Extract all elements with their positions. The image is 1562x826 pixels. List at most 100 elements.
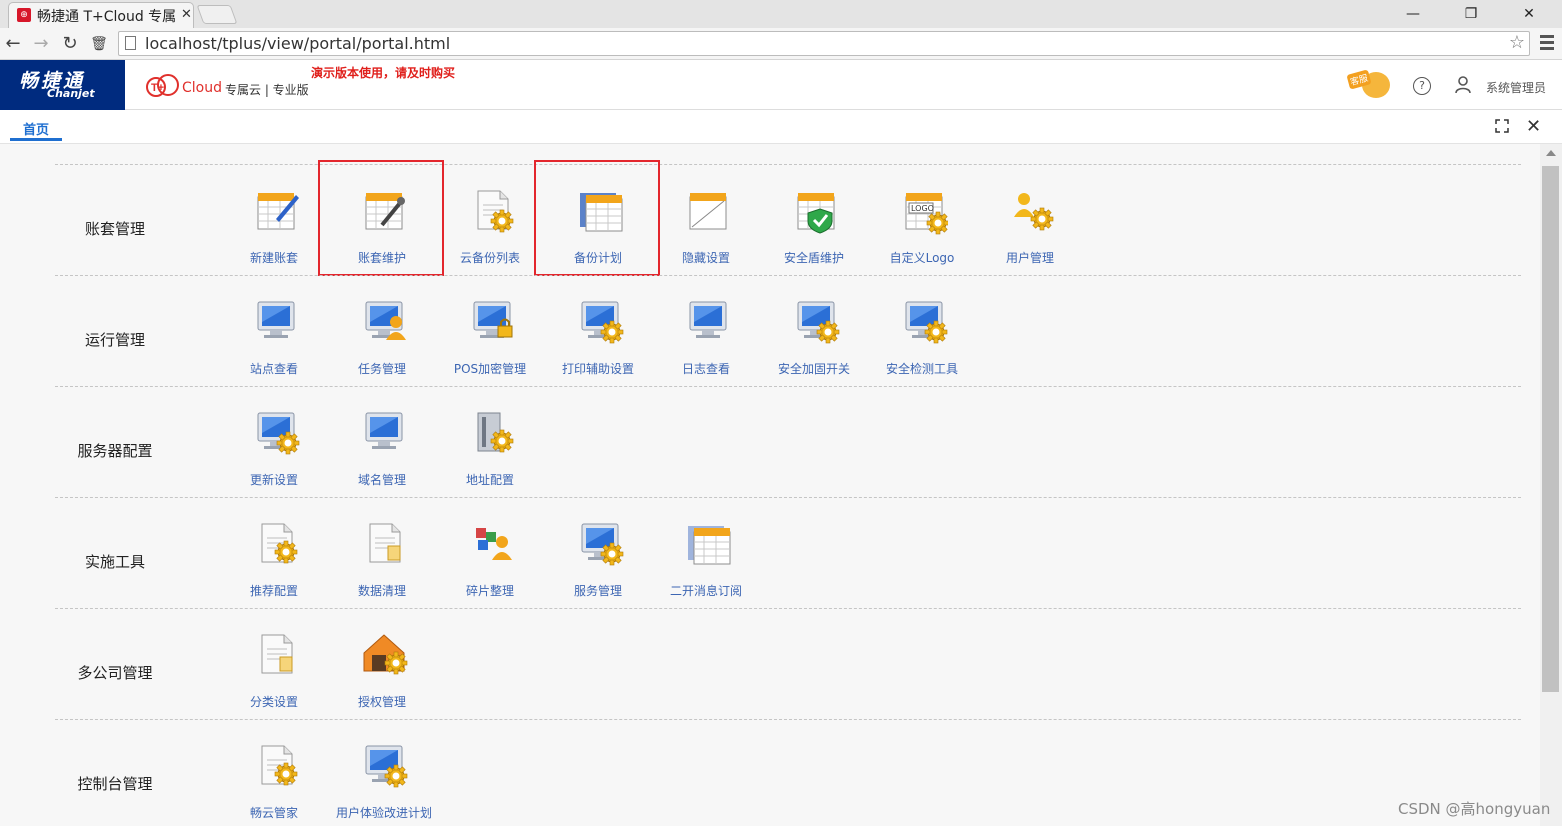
portal-item[interactable]: 域名管理 xyxy=(336,391,428,491)
demo-notice-link[interactable]: 演示版本使用，请及时购买 xyxy=(311,64,455,81)
bookmark-star-icon[interactable]: ☆ xyxy=(1509,32,1525,53)
browser-menu-icon[interactable] xyxy=(1538,32,1556,54)
browser-tab[interactable]: ⊕ 畅捷通 T+Cloud 专属 ✕ xyxy=(8,2,194,28)
back-icon[interactable]: ← xyxy=(2,33,24,55)
portal-item-label[interactable]: 账套维护 xyxy=(336,249,428,266)
portal-item[interactable]: 备份计划 xyxy=(552,169,644,269)
maximize-button[interactable]: ❐ xyxy=(1442,0,1500,28)
address-bar[interactable]: localhost/tplus/view/portal/portal.html … xyxy=(118,31,1530,56)
portal-item[interactable]: 服务管理 xyxy=(552,502,644,602)
portal-item-label[interactable]: 站点查看 xyxy=(228,360,320,377)
scrollbar[interactable] xyxy=(1540,144,1562,826)
minimize-button[interactable]: — xyxy=(1384,0,1442,28)
portal-item-label[interactable]: POS加密管理 xyxy=(444,360,536,377)
section: 多公司管理 分类设置 授权管理 xyxy=(55,608,1521,720)
portal-item[interactable]: 更新设置 xyxy=(228,391,320,491)
portal-item[interactable]: 推荐配置 xyxy=(228,502,320,602)
portal-item-label[interactable]: 安全加固开关 xyxy=(768,360,860,377)
portal-item-label[interactable]: 备份计划 xyxy=(552,249,644,266)
section: 服务器配置更新设置 域名管理 地址配置 xyxy=(55,386,1521,498)
portal-item-label[interactable]: 分类设置 xyxy=(228,693,320,710)
portal-item-label[interactable]: 用户管理 xyxy=(984,249,1076,266)
user-icon[interactable] xyxy=(1455,76,1471,94)
portal-item-label[interactable]: 推荐配置 xyxy=(228,582,320,599)
portal-item[interactable]: 打印辅助设置 xyxy=(552,280,644,380)
help-icon[interactable]: ? xyxy=(1413,77,1431,95)
portal-item[interactable]: 安全检测工具 xyxy=(876,280,968,380)
window-close-button[interactable]: ✕ xyxy=(1500,0,1558,28)
section-title: 账套管理 xyxy=(84,220,145,238)
portal-item-label[interactable]: 隐藏设置 xyxy=(660,249,752,266)
portal-item-label[interactable]: 地址配置 xyxy=(444,471,536,488)
watermark: CSDN @高hongyuan xyxy=(1398,800,1551,818)
calendar-table-icon xyxy=(688,526,731,565)
new-tab-button[interactable] xyxy=(196,5,238,24)
portal-item[interactable]: 隐藏设置 xyxy=(660,169,752,269)
favicon-icon: ⊕ xyxy=(17,8,31,22)
portal-item-label[interactable]: 打印辅助设置 xyxy=(552,360,644,377)
portal-content: 账套管理新建账套 账套维护 云备份列表 备份计划 隐藏设置 安全盾维护 LOGO 自定义Log… xyxy=(0,144,1540,826)
portal-item-label[interactable]: 新建账套 xyxy=(228,249,320,266)
forward-icon[interactable]: → xyxy=(30,33,52,55)
portal-item[interactable]: 账套维护 xyxy=(336,169,428,269)
document-gear-icon xyxy=(261,745,298,786)
portal-item[interactable]: POS加密管理 xyxy=(444,280,536,380)
tab-home[interactable]: 首页 xyxy=(10,119,62,141)
custom-logo-icon: LOGO xyxy=(905,193,948,235)
portal-item-label[interactable]: 用户体验改进计划 xyxy=(336,804,432,821)
portal-item[interactable]: 碎片整理 xyxy=(444,502,536,602)
monitor-gear-icon xyxy=(581,301,624,344)
portal-item-label[interactable]: 服务管理 xyxy=(552,582,644,599)
portal-item[interactable]: 二开消息订阅 xyxy=(660,502,752,602)
portal-item[interactable]: 地址配置 xyxy=(444,391,536,491)
chanjet-logo: 畅捷通 Chanjet xyxy=(0,60,125,110)
portal-item-label[interactable]: 二开消息订阅 xyxy=(660,582,752,599)
close-tabs-icon[interactable]: ✕ xyxy=(1526,116,1541,137)
user-name[interactable]: 系统管理员 xyxy=(1486,79,1546,96)
portal-item-label[interactable]: 更新设置 xyxy=(228,471,320,488)
reload-icon[interactable]: ↻ xyxy=(59,33,81,55)
portal-item-label[interactable]: 授权管理 xyxy=(336,693,428,710)
portal-item[interactable]: 用户管理 xyxy=(984,169,1076,269)
scrollbar-thumb[interactable] xyxy=(1542,166,1559,692)
portal-item[interactable]: 新建账套 xyxy=(228,169,320,269)
portal-item-label[interactable]: 安全盾维护 xyxy=(768,249,860,266)
portal-item[interactable]: 授权管理 xyxy=(336,613,428,713)
portal-item-label[interactable]: 域名管理 xyxy=(336,471,428,488)
portal-item[interactable]: 数据清理 xyxy=(336,502,428,602)
tab-close-icon[interactable]: ✕ xyxy=(181,7,192,22)
portal-item-label[interactable]: 畅云管家 xyxy=(228,804,320,821)
page-tabs: 首页 ✕ xyxy=(0,110,1562,144)
portal-item-label[interactable]: 日志查看 xyxy=(660,360,752,377)
portal-item-label[interactable]: 自定义Logo xyxy=(876,249,968,266)
portal-item[interactable]: 用户体验改进计划 xyxy=(336,724,432,824)
portal-item[interactable]: 日志查看 xyxy=(660,280,752,380)
delete-icon[interactable]: 🗑 xyxy=(88,33,110,55)
section-title: 服务器配置 xyxy=(77,442,153,460)
portal-item[interactable]: 畅云管家 xyxy=(228,724,320,824)
portal-item-label[interactable]: 安全检测工具 xyxy=(876,360,968,377)
monitor-icon xyxy=(689,301,727,338)
cloud-text: Cloud xyxy=(182,80,222,96)
portal-item[interactable]: 云备份列表 xyxy=(444,169,536,269)
portal-item[interactable]: 任务管理 xyxy=(336,280,428,380)
scroll-up-icon[interactable] xyxy=(1546,150,1556,156)
document-icon xyxy=(261,634,293,674)
portal-item[interactable]: LOGO 自定义Logo xyxy=(876,169,968,269)
portal-item[interactable]: 安全加固开关 xyxy=(768,280,860,380)
account-maintain-icon xyxy=(365,193,405,230)
portal-item-label[interactable]: 碎片整理 xyxy=(444,582,536,599)
portal-item[interactable]: 站点查看 xyxy=(228,280,320,380)
logo-en: Chanjet xyxy=(47,87,95,100)
cloud-backup-list-icon xyxy=(477,190,514,233)
portal-item[interactable]: 安全盾维护 xyxy=(768,169,860,269)
portal-item-label[interactable]: 数据清理 xyxy=(336,582,428,599)
customer-service-icon[interactable]: 客服 xyxy=(1346,69,1400,100)
portal-item[interactable]: 分类设置 xyxy=(228,613,320,713)
hide-settings-icon xyxy=(689,193,727,230)
portal-item-label[interactable]: 任务管理 xyxy=(336,360,428,377)
fullscreen-icon[interactable] xyxy=(1495,119,1509,133)
portal-item-label[interactable]: 云备份列表 xyxy=(444,249,536,266)
url-text[interactable]: localhost/tplus/view/portal/portal.html xyxy=(145,34,450,53)
new-account-icon xyxy=(257,193,299,230)
